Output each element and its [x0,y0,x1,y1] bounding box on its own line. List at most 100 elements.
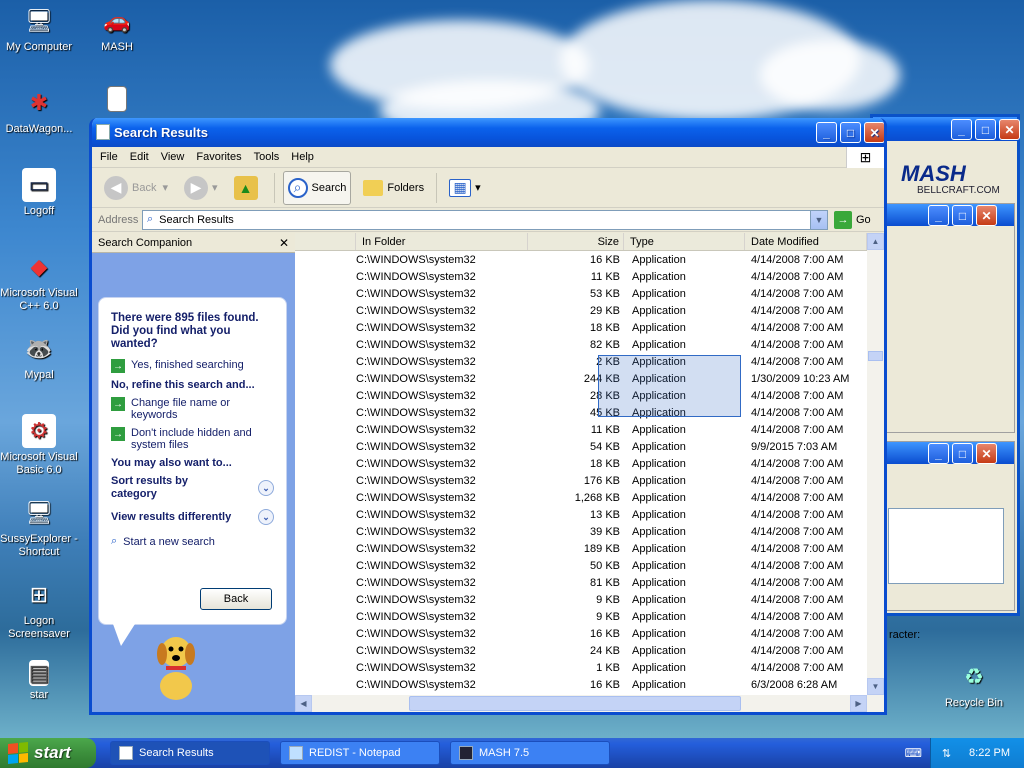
column-header-size[interactable]: Size [528,233,624,250]
new-search-link[interactable]: ⌕ Start a new search [111,535,274,548]
desktop-icon-logoff[interactable]: ▭ Logoff [0,168,78,218]
table-row[interactable]: C:\WINDOWS\system32 18 KB Application 4/14/… [295,455,867,472]
table-row[interactable]: C:\WINDOWS\system32 1 KB Application 4/14/2… [295,659,867,676]
column-header-type[interactable]: Type [624,233,745,250]
column-header-date-modified[interactable]: Date Modified [745,233,867,250]
close-button[interactable]: ✕ [864,122,884,143]
desktop-icon-my-computer[interactable]: 🖥 My Computer [0,4,78,54]
menu-favorites[interactable]: Favorites [196,151,241,163]
vertical-scrollbar[interactable]: ▲ ▼ [867,233,884,695]
desktop-icon-sussyexplorer[interactable]: 🖥 SussyExplorer - Shortcut [0,496,78,559]
back-button[interactable]: ◀ Back ▾ [100,171,172,205]
table-row[interactable]: C:\WINDOWS\system32 24 KB Application 4/14/… [295,642,867,659]
mash-minimize-button[interactable]: _ [951,119,972,140]
panel-maximize-button[interactable]: □ [952,205,973,226]
table-row[interactable]: C:\WINDOWS\system32 2 KB Application 4/14/2… [295,353,867,370]
table-row[interactable]: C:\WINDOWS\system32 16 KB Application 4/14/… [295,251,867,268]
table-row[interactable]: C:\WINDOWS\system32 1,268 KB Application 4/… [295,489,867,506]
mash-close-button[interactable]: ✕ [999,119,1020,140]
chevron-down-icon[interactable]: ⌄ [258,509,274,525]
panel-close-button[interactable]: ✕ [976,205,997,226]
table-row[interactable]: C:\WINDOWS\system32 13 KB Application 4/14/… [295,506,867,523]
panel2-minimize-button[interactable]: _ [928,443,949,464]
table-row[interactable]: C:\WINDOWS\system32 50 KB Application 4/14/… [295,557,867,574]
table-row[interactable]: C:\WINDOWS\system32 11 KB Application 4/14/… [295,268,867,285]
maximize-button[interactable]: □ [840,122,861,143]
desktop-icon-visual-cpp[interactable]: ◆ Microsoft Visual C++ 6.0 [0,250,78,313]
panel2-maximize-button[interactable]: □ [952,443,973,464]
horizontal-scroll-thumb[interactable] [409,696,741,711]
scroll-left-button[interactable]: ◀ [295,695,312,712]
forward-button[interactable]: ▶ ▾ [180,171,222,205]
horizontal-scrollbar[interactable]: ◀ ▶ [295,695,884,712]
chevron-down-icon[interactable]: ⌄ [258,480,274,496]
desktop-icon-recycle-bin[interactable]: ♻ Recycle Bin [935,660,1013,710]
scroll-up-button[interactable]: ▲ [867,233,884,250]
table-row[interactable]: C:\WINDOWS\system32 54 KB Application 9/9/2… [295,438,867,455]
up-folder-button[interactable]: ▲ [230,171,266,205]
folders-button[interactable]: Folders [359,171,428,205]
menu-tools[interactable]: Tools [254,151,280,163]
column-header-in-folder[interactable]: In Folder [356,233,528,250]
mash-window[interactable]: _ □ ✕ MASH BELLCRAFT.COM _ □ ✕ _ □ ✕ rac… [870,114,1020,641]
mash-maximize-button[interactable]: □ [975,119,996,140]
panel-minimize-button[interactable]: _ [928,205,949,226]
view-results-link[interactable]: View results differently ⌄ [111,509,274,525]
address-dropdown-button[interactable]: ▼ [810,210,827,229]
table-row[interactable]: C:\WINDOWS\system32 9 KB Application 4/14/2… [295,608,867,625]
menu-edit[interactable]: Edit [130,151,149,163]
desktop-icon-visual-basic[interactable]: ⚙ Microsoft Visual Basic 6.0 [0,414,78,477]
desktop-icon-mash[interactable]: 🚗 MASH [78,4,156,54]
menu-file[interactable]: File [100,151,118,163]
menu-view[interactable]: View [161,151,185,163]
table-row[interactable]: C:\WINDOWS\system32 29 KB Application 4/14/… [295,302,867,319]
table-row[interactable]: C:\WINDOWS\system32 16 KB Application 6/3/2… [295,676,867,693]
close-pane-icon[interactable]: ✕ [279,236,289,250]
table-row[interactable]: C:\WINDOWS\system32 81 KB Application 4/14/… [295,574,867,591]
keyboard-icon[interactable]: ⌨ [905,746,922,760]
desktop-icon-star[interactable]: ▤ star [0,660,78,702]
views-button[interactable]: ▦ ▾ [445,171,485,205]
panel2-textbox[interactable] [888,508,1004,584]
table-row[interactable]: C:\WINDOWS\system32 82 KB Application 4/14/… [295,336,867,353]
search-button[interactable]: ⌕ Search [282,170,352,205]
table-row[interactable]: C:\WINDOWS\system32 189 KB Application 4/14… [295,540,867,557]
desktop-icon-logon-screensaver[interactable]: ⊞ Logon Screensaver [0,578,78,641]
network-icon[interactable]: ⇅ [942,747,951,760]
yes-finished-link[interactable]: → Yes, finished searching [111,359,274,373]
table-row[interactable]: C:\WINDOWS\system32 39 KB Application 4/14/… [295,523,867,540]
scroll-right-button[interactable]: ▶ [850,695,867,712]
column-header-name[interactable] [295,233,356,250]
go-button[interactable]: → Go [834,210,871,229]
menu-help[interactable]: Help [291,151,314,163]
scroll-thumb[interactable] [868,351,883,361]
table-row[interactable]: C:\WINDOWS\system32 45 KB Application 4/14/… [295,404,867,421]
window-titlebar[interactable]: Search Results _ □ ✕ [92,118,884,147]
table-row[interactable]: C:\WINDOWS\system32 18 KB Application 4/14/… [295,319,867,336]
taskbar-item-notepad[interactable]: REDIST - Notepad [280,741,440,765]
table-row[interactable]: C:\WINDOWS\system32 176 KB Application 4/14… [295,472,867,489]
hidden-files-link[interactable]: → Don't include hidden and system files [111,427,274,451]
desktop-icon-mypal[interactable]: 🦝 Mypal [0,332,78,382]
panel2-close-button[interactable]: ✕ [976,443,997,464]
taskbar-item-mash[interactable]: MASH 7.5 [450,741,610,765]
table-row[interactable]: C:\WINDOWS\system32 53 KB Application 4/14/… [295,285,867,302]
desktop-icon-datawagon[interactable]: ✱ DataWagon... [0,86,78,136]
table-row[interactable]: C:\WINDOWS\system32 28 KB Application 4/14/… [295,387,867,404]
companion-back-button[interactable]: Back [200,588,272,610]
clock[interactable]: 8:22 PM [969,747,1010,759]
search-results-window[interactable]: Search Results _ □ ✕ File Edit View Favo… [89,118,887,715]
sort-results-link[interactable]: Sort results by category ⌄ [111,475,274,501]
table-row[interactable]: C:\WINDOWS\system32 244 KB Application 1/30… [295,370,867,387]
address-input[interactable]: ⌕ Search Results ▼ [142,209,828,230]
results-list[interactable]: In Folder Size Type Date Modified C:\WIN… [295,233,884,712]
table-row[interactable]: C:\WINDOWS\system32 11 KB Application 4/14/… [295,421,867,438]
minimize-button[interactable]: _ [816,122,837,143]
table-row[interactable]: C:\WINDOWS\system32 16 KB Application 4/14/… [295,625,867,642]
change-filename-link[interactable]: → Change file name or keywords [111,397,274,421]
scroll-down-button[interactable]: ▼ [867,678,884,695]
start-button[interactable]: start [0,738,96,768]
table-row[interactable]: C:\WINDOWS\system32 9 KB Application 4/14/2… [295,591,867,608]
taskbar-item-search-results[interactable]: Search Results [110,741,270,765]
desktop-icon-notepad-file[interactable] [78,86,156,115]
